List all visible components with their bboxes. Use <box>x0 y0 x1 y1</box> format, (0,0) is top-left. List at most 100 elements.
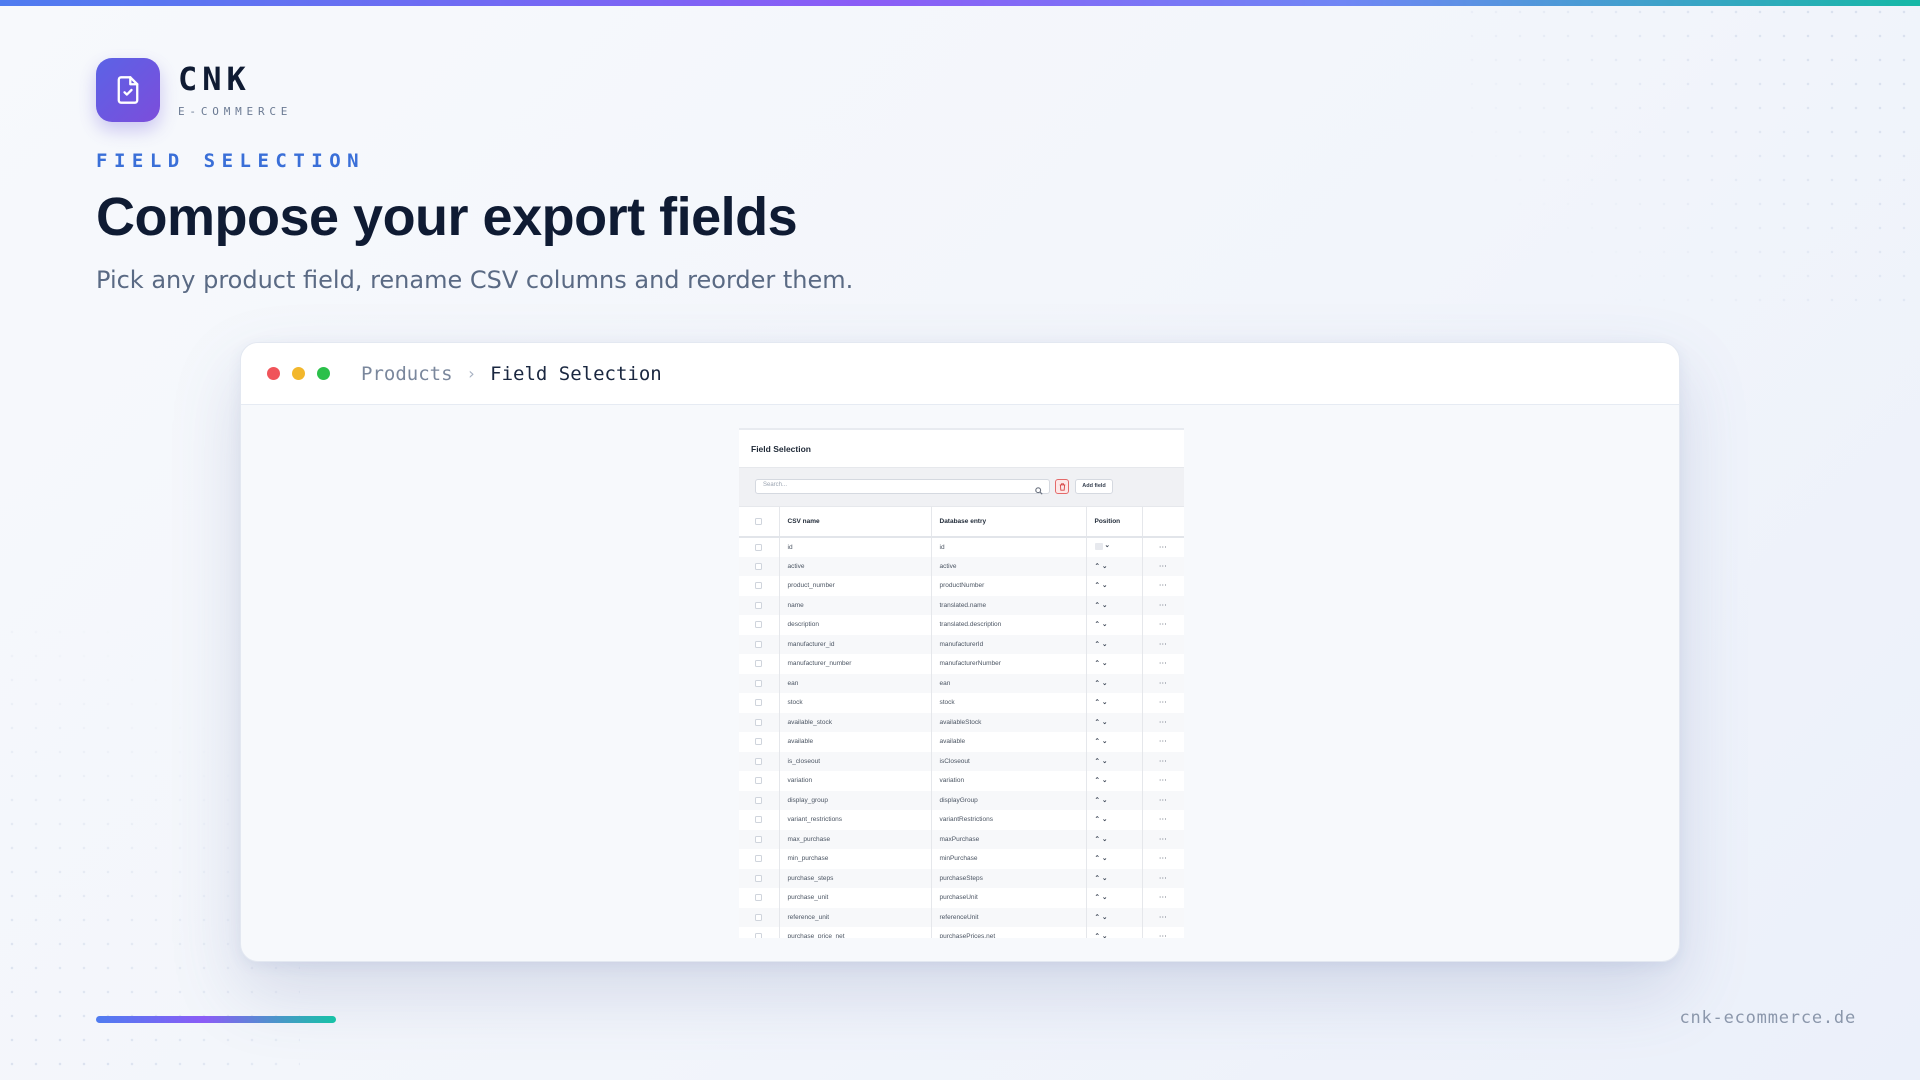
move-up-icon[interactable]: ⌃ <box>1095 914 1100 922</box>
move-down-icon[interactable]: ⌄ <box>1102 797 1107 805</box>
move-down-icon[interactable]: ⌄ <box>1102 582 1107 590</box>
table-row[interactable]: active active ⌃ ⌄ ··· <box>739 556 1184 576</box>
table-row[interactable]: stock stock ⌃ ⌄ ··· <box>739 693 1184 713</box>
more-actions-icon[interactable]: ··· <box>1142 693 1184 713</box>
row-checkbox[interactable] <box>755 913 763 921</box>
move-down-icon[interactable]: ⌄ <box>1102 621 1107 629</box>
more-actions-icon[interactable]: ··· <box>1142 556 1184 576</box>
move-up-icon[interactable]: ⌃ <box>1095 641 1100 649</box>
move-up-icon[interactable]: ⌃ <box>1095 563 1100 571</box>
move-up-icon[interactable]: ⌃ <box>1095 816 1100 824</box>
more-actions-icon[interactable]: ··· <box>1142 849 1184 869</box>
table-row[interactable]: is_closeout isCloseout ⌃ ⌄ ··· <box>739 751 1184 771</box>
move-down-icon[interactable]: ⌄ <box>1102 914 1107 922</box>
close-window-dot[interactable] <box>267 367 280 380</box>
move-up-icon[interactable]: ⌃ <box>1095 758 1100 766</box>
move-down-icon[interactable]: ⌄ <box>1102 660 1107 668</box>
move-down-icon[interactable]: ⌄ <box>1102 855 1107 863</box>
move-up-icon[interactable]: ⌃ <box>1095 797 1100 805</box>
move-up-icon[interactable]: ⌃ <box>1095 621 1100 629</box>
move-up-icon[interactable]: ⌃ <box>1095 582 1100 590</box>
move-down-icon[interactable]: ⌄ <box>1102 641 1107 649</box>
move-up-icon[interactable]: ⌃ <box>1095 738 1100 746</box>
row-checkbox[interactable] <box>755 582 763 590</box>
table-row[interactable]: display_group displayGroup ⌃ ⌄ ··· <box>739 790 1184 810</box>
more-actions-icon[interactable]: ··· <box>1142 673 1184 693</box>
row-checkbox[interactable] <box>755 640 763 648</box>
move-down-icon[interactable]: ⌄ <box>1102 875 1107 883</box>
move-up-icon[interactable]: ⌃ <box>1095 719 1100 727</box>
move-up-icon[interactable]: ⌃ <box>1095 777 1100 785</box>
move-up-icon[interactable]: ⌃ <box>1095 836 1100 844</box>
row-checkbox[interactable] <box>755 699 763 707</box>
row-checkbox[interactable] <box>755 621 763 629</box>
more-actions-icon[interactable]: ··· <box>1142 829 1184 849</box>
row-checkbox[interactable] <box>755 855 763 863</box>
table-row[interactable]: purchase_unit purchaseUnit ⌃ ⌄ ··· <box>739 888 1184 908</box>
search-input[interactable]: Search... <box>755 479 1050 495</box>
table-row[interactable]: name translated.name ⌃ ⌄ ··· <box>739 595 1184 615</box>
row-checkbox[interactable] <box>755 543 763 551</box>
table-row[interactable]: description translated.description ⌃ ⌄ ··· <box>739 615 1184 635</box>
row-checkbox[interactable] <box>755 679 763 687</box>
row-checkbox[interactable] <box>755 601 763 609</box>
row-checkbox[interactable] <box>755 835 763 843</box>
more-actions-icon[interactable]: ··· <box>1142 810 1184 830</box>
move-down-icon[interactable]: ⌄ <box>1105 542 1110 550</box>
table-row[interactable]: manufacturer_number manufacturerNumber ⌃ ⌄ ·… <box>739 654 1184 674</box>
move-down-icon[interactable]: ⌄ <box>1102 836 1107 844</box>
more-actions-icon[interactable]: ··· <box>1142 537 1184 557</box>
move-down-icon[interactable]: ⌄ <box>1102 933 1107 938</box>
more-actions-icon[interactable]: ··· <box>1142 888 1184 908</box>
row-checkbox[interactable] <box>755 796 763 804</box>
more-actions-icon[interactable]: ··· <box>1142 732 1184 752</box>
move-down-icon[interactable]: ⌄ <box>1102 602 1107 610</box>
more-actions-icon[interactable]: ··· <box>1142 868 1184 888</box>
more-actions-icon[interactable]: ··· <box>1142 634 1184 654</box>
move-down-icon[interactable]: ⌄ <box>1102 699 1107 707</box>
move-up-icon[interactable]: ⌃ <box>1095 933 1100 938</box>
more-actions-icon[interactable]: ··· <box>1142 771 1184 791</box>
table-row[interactable]: id id ⌄ ··· <box>739 537 1184 557</box>
table-row[interactable]: product_number productNumber ⌃ ⌄ ··· <box>739 576 1184 596</box>
table-row[interactable]: max_purchase maxPurchase ⌃ ⌄ ··· <box>739 829 1184 849</box>
move-down-icon[interactable]: ⌄ <box>1102 738 1107 746</box>
row-checkbox[interactable] <box>755 874 763 882</box>
move-down-icon[interactable]: ⌄ <box>1102 680 1107 688</box>
footer-url[interactable]: cnk-ecommerce.de <box>1679 1008 1856 1028</box>
row-checkbox[interactable] <box>755 777 763 785</box>
maximize-window-dot[interactable] <box>317 367 330 380</box>
table-row[interactable]: available available ⌃ ⌄ ··· <box>739 732 1184 752</box>
row-checkbox[interactable] <box>755 718 763 726</box>
more-actions-icon[interactable]: ··· <box>1142 907 1184 927</box>
move-up-icon[interactable]: ⌃ <box>1095 602 1100 610</box>
more-actions-icon[interactable]: ··· <box>1142 751 1184 771</box>
row-checkbox[interactable] <box>755 562 763 570</box>
table-row[interactable]: purchase_steps purchaseSteps ⌃ ⌄ ··· <box>739 868 1184 888</box>
move-down-icon[interactable]: ⌄ <box>1102 758 1107 766</box>
move-down-icon[interactable]: ⌄ <box>1102 719 1107 727</box>
row-checkbox[interactable] <box>755 894 763 902</box>
move-down-icon[interactable]: ⌄ <box>1102 563 1107 571</box>
more-actions-icon[interactable]: ··· <box>1142 927 1184 938</box>
table-row[interactable]: variant_restrictions variantRestrictions ⌃… <box>739 810 1184 830</box>
move-down-icon[interactable]: ⌄ <box>1102 777 1107 785</box>
row-checkbox[interactable] <box>755 757 763 765</box>
select-all-checkbox[interactable] <box>755 517 763 525</box>
row-checkbox[interactable] <box>755 738 763 746</box>
table-row[interactable]: reference_unit referenceUnit ⌃ ⌄ ··· <box>739 907 1184 927</box>
row-checkbox[interactable] <box>755 816 763 824</box>
move-up-icon[interactable]: ⌃ <box>1095 894 1100 902</box>
delete-button[interactable] <box>1055 479 1069 494</box>
move-up-icon[interactable]: ⌃ <box>1095 660 1100 668</box>
table-row[interactable]: manufacturer_id manufacturerId ⌃ ⌄ ··· <box>739 634 1184 654</box>
more-actions-icon[interactable]: ··· <box>1142 790 1184 810</box>
move-down-icon[interactable]: ⌄ <box>1102 894 1107 902</box>
table-row[interactable]: min_purchase minPurchase ⌃ ⌄ ··· <box>739 849 1184 869</box>
more-actions-icon[interactable]: ··· <box>1142 654 1184 674</box>
table-row[interactable]: ean ean ⌃ ⌄ ··· <box>739 673 1184 693</box>
more-actions-icon[interactable]: ··· <box>1142 576 1184 596</box>
move-up-icon[interactable]: ⌃ <box>1095 855 1100 863</box>
table-row[interactable]: variation variation ⌃ ⌄ ··· <box>739 771 1184 791</box>
breadcrumb-products[interactable]: Products <box>361 363 453 385</box>
